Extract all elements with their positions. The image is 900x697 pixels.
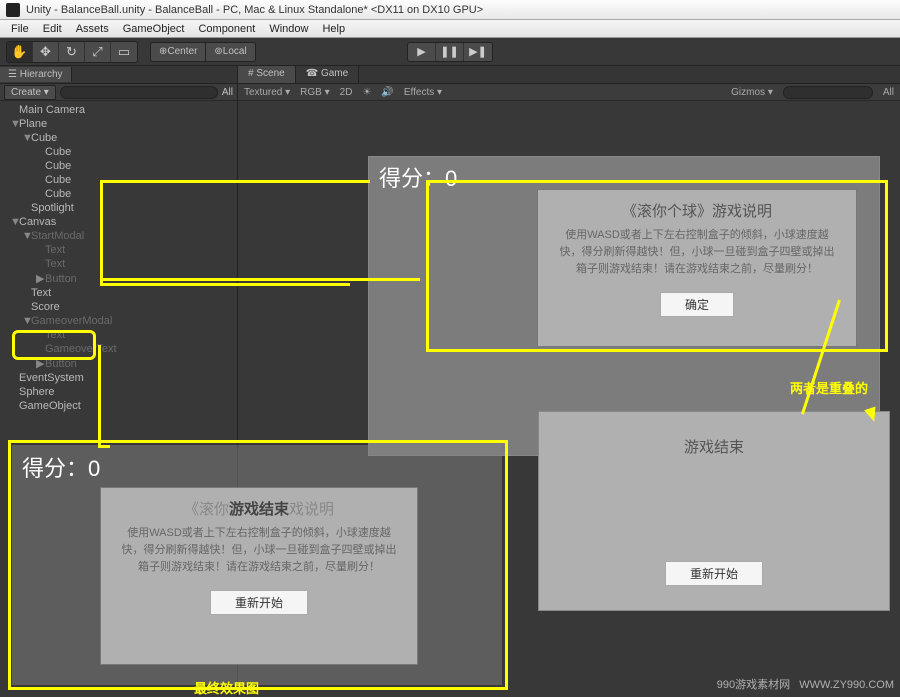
hierarchy-tree[interactable]: Main Camera▼Plane▼CubeCubeCubeCubeCubeSp…: [0, 101, 237, 415]
watermark: 990游戏素材网 WWW.ZY990.COM: [717, 676, 894, 692]
hierarchy-item-cube[interactable]: Cube: [0, 159, 237, 173]
hierarchy-item-text[interactable]: Text: [0, 328, 237, 342]
menu-gameobject[interactable]: GameObject: [116, 23, 192, 35]
hierarchy-item-gameovertext[interactable]: GameoverText: [0, 342, 237, 356]
menu-file[interactable]: File: [4, 23, 36, 35]
hierarchy-item-sphere[interactable]: Sphere: [0, 385, 237, 399]
hierarchy-item-main camera[interactable]: Main Camera: [0, 103, 237, 117]
hierarchy-item-startmodal[interactable]: ▼StartModal: [0, 229, 237, 243]
hierarchy-filter-all[interactable]: All: [222, 87, 233, 98]
menubar: File Edit Assets GameObject Component Wi…: [0, 20, 900, 38]
hierarchy-item-cube[interactable]: ▼Cube: [0, 131, 237, 145]
gameover-restart-button[interactable]: 重新开始: [665, 561, 763, 586]
menu-component[interactable]: Component: [191, 23, 262, 35]
hand-tool[interactable]: ✋: [7, 42, 33, 62]
hierarchy-item-button[interactable]: ▶Button: [0, 271, 237, 286]
scene-shading[interactable]: Textured ▾: [244, 87, 290, 98]
scene-2d[interactable]: 2D: [340, 87, 353, 98]
hierarchy-item-plane[interactable]: ▼Plane: [0, 117, 237, 131]
start-modal: 《滚你个球》游戏说明 使用WASD或者上下左右控制盒子的倾斜，小球速度越快，得分…: [537, 189, 857, 347]
scene-tab[interactable]: # Scene: [238, 66, 296, 83]
scene-filter-all[interactable]: All: [883, 87, 894, 98]
pivot-center[interactable]: ⊕ Center: [150, 42, 205, 62]
menu-assets[interactable]: Assets: [69, 23, 116, 35]
menu-window[interactable]: Window: [262, 23, 315, 35]
start-modal-body: 使用WASD或者上下左右控制盒子的倾斜，小球速度越快，得分刷新得越快！但，小球一…: [538, 227, 856, 286]
menu-edit[interactable]: Edit: [36, 23, 69, 35]
rotate-tool[interactable]: ↻: [59, 42, 85, 62]
hierarchy-item-cube[interactable]: Cube: [0, 173, 237, 187]
gameover-modal: 游戏结束 重新开始: [538, 411, 890, 611]
score-text: 得分：0: [379, 161, 457, 193]
step-button[interactable]: ▶❚: [464, 43, 492, 61]
hierarchy-tab[interactable]: ☰ Hierarchy: [0, 67, 72, 82]
rect-tool[interactable]: ▭: [111, 42, 137, 62]
hierarchy-item-score[interactable]: Score: [0, 300, 237, 314]
hierarchy-item-eventsystem[interactable]: EventSystem: [0, 371, 237, 385]
scene-rgb[interactable]: RGB ▾: [300, 87, 329, 98]
hierarchy-item-gameovermodal[interactable]: ▼GameoverModal: [0, 314, 237, 328]
merged-modal-title: 《滚你游戏结束戏说明: [101, 488, 417, 525]
merged-modal-body: 使用WASD或者上下左右控制盒子的倾斜，小球速度越快，得分刷新得越快！但，小球一…: [101, 525, 417, 584]
hierarchy-item-cube[interactable]: Cube: [0, 145, 237, 159]
pause-button[interactable]: ❚❚: [436, 43, 464, 61]
canvas-panel-final: 得分：0 《滚你游戏结束戏说明 使用WASD或者上下左右控制盒子的倾斜，小球速度…: [12, 445, 502, 685]
menu-help[interactable]: Help: [315, 23, 352, 35]
merged-modal: 《滚你游戏结束戏说明 使用WASD或者上下左右控制盒子的倾斜，小球速度越快，得分…: [100, 487, 418, 665]
hierarchy-item-spotlight[interactable]: Spotlight: [0, 201, 237, 215]
hierarchy-item-gameobject[interactable]: GameObject: [0, 399, 237, 413]
gameover-title: 游戏结束: [539, 436, 889, 457]
hierarchy-item-text[interactable]: Text: [0, 243, 237, 257]
play-button[interactable]: ▶: [408, 43, 436, 61]
hierarchy-item-cube[interactable]: Cube: [0, 187, 237, 201]
scene-search[interactable]: [783, 86, 873, 99]
hierarchy-item-button[interactable]: ▶Button: [0, 356, 237, 371]
start-modal-title: 《滚你个球》游戏说明: [538, 190, 856, 227]
pivot-local[interactable]: ⊚ Local: [205, 42, 255, 62]
annotation-text-overlap: 两者是重叠的: [790, 378, 868, 397]
hierarchy-item-text[interactable]: Text: [0, 257, 237, 271]
hierarchy-item-text[interactable]: Text: [0, 286, 237, 300]
annotation-text-final: 最终效果图: [194, 678, 259, 697]
scale-tool[interactable]: ⤢: [85, 42, 111, 62]
play-controls: ▶ ❚❚ ▶❚: [407, 42, 493, 62]
window-title: Unity - BalanceBall.unity - BalanceBall …: [26, 4, 483, 16]
scene-light-icon[interactable]: ☀: [362, 87, 371, 98]
hierarchy-search[interactable]: [60, 86, 218, 99]
unity-icon: [6, 3, 20, 17]
transform-tools: ✋ ✥ ↻ ⤢ ▭: [6, 41, 138, 63]
toolbar: ✋ ✥ ↻ ⤢ ▭ ⊕ Center ⊚ Local ▶ ❚❚ ▶❚: [0, 38, 900, 66]
scene-gizmos[interactable]: Gizmos ▾: [731, 87, 773, 98]
game-tab[interactable]: ☎ Game: [296, 66, 359, 83]
hierarchy-item-canvas[interactable]: ▼Canvas: [0, 215, 237, 229]
window-titlebar: Unity - BalanceBall.unity - BalanceBall …: [0, 0, 900, 20]
merged-modal-button[interactable]: 重新开始: [210, 590, 308, 615]
move-tool[interactable]: ✥: [33, 42, 59, 62]
start-modal-ok-button[interactable]: 确定: [660, 292, 734, 317]
scene-effects[interactable]: Effects ▾: [404, 87, 442, 98]
hierarchy-create[interactable]: Create ▾: [4, 85, 56, 100]
score-text-final: 得分：0: [22, 451, 100, 483]
scene-audio-icon[interactable]: 🔊: [381, 87, 393, 98]
